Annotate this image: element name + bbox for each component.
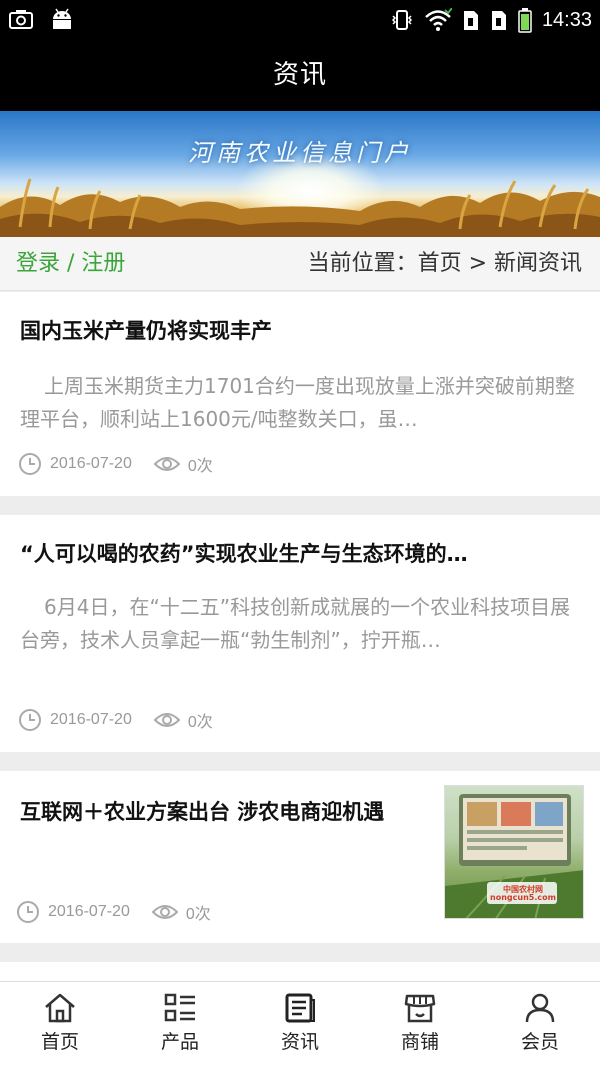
article-card[interactable]: 互联网＋农业方案出台 涉农电商迎机遇 中国农村网 nongcun5.com 20… <box>0 771 600 943</box>
eye-icon <box>153 710 180 730</box>
article-title[interactable]: 互联网＋农业方案出台 涉农电商迎机遇 <box>20 797 420 859</box>
clock-icon <box>18 452 42 476</box>
eye-icon <box>151 902 178 922</box>
article-views: 0次 <box>185 906 211 923</box>
grid-list-icon <box>120 992 240 1024</box>
article-card-partial[interactable] <box>0 962 600 981</box>
nav-label: 会员 <box>520 1031 559 1053</box>
article-views: 0次 <box>187 458 213 475</box>
nav-item-shop[interactable]: 商铺 <box>360 982 480 1067</box>
status-bar: 14:33 <box>0 0 600 40</box>
nav-item-member[interactable]: 会员 <box>480 982 600 1067</box>
bottom-nav: 首页 产品 资讯 商铺 会员 <box>0 981 600 1067</box>
article-meta: 2016-07-20 0次 <box>16 900 211 924</box>
thumbnail-caption: 中国农村网 nongcun5.com <box>490 885 556 902</box>
article-card[interactable]: “人可以喝的农药”实现农业生产与生态环境的… 6月4日，在“十二五”科技创新成就… <box>0 515 600 752</box>
article-date: 2016-07-20 <box>50 711 132 728</box>
sim1-icon <box>462 8 480 32</box>
vibrate-icon <box>390 8 414 32</box>
article-date: 2016-07-20 <box>48 903 130 920</box>
breadcrumb: 当前位置：首页 > 新闻资讯 <box>307 251 582 276</box>
sim2-icon <box>490 8 508 32</box>
location-bar: 登录 / 注册 当前位置：首页 > 新闻资讯 <box>0 237 600 291</box>
eye-icon <box>153 454 180 474</box>
user-icon <box>480 992 600 1024</box>
article-thumbnail[interactable]: 中国农村网 nongcun5.com <box>444 785 584 919</box>
wheat-field-illustration <box>0 178 600 237</box>
article-summary: 6月4日，在“十二五”科技创新成就展的一个农业科技项目展台旁，技术人员拿起一瓶“… <box>20 595 571 652</box>
article-summary: 上周玉米期货主力1701合约一度出现放量上涨并突破前期整理平台，顺利站上1600… <box>20 374 575 431</box>
screenshot-icon <box>8 8 34 30</box>
nav-item-products[interactable]: 产品 <box>120 982 240 1067</box>
clock-icon <box>18 708 42 732</box>
banner[interactable]: 河南农业信息门户 <box>0 111 600 237</box>
banner-title: 河南农业信息门户 <box>188 139 412 167</box>
wifi-icon <box>424 8 452 32</box>
nav-label: 资讯 <box>280 1031 319 1053</box>
title-bar: 资讯 <box>0 40 600 111</box>
login-register-link[interactable]: 登录 / 注册 <box>16 249 125 279</box>
article-card[interactable]: 国内玉米产量仍将实现丰产 上周玉米期货主力1701合约一度出现放量上涨并突破前期… <box>0 292 600 496</box>
nav-label: 首页 <box>40 1031 79 1053</box>
status-time: 14:33 <box>541 9 592 31</box>
news-icon <box>240 992 360 1024</box>
nav-item-home[interactable]: 首页 <box>0 982 120 1067</box>
clock-icon <box>16 900 40 924</box>
article-views: 0次 <box>187 714 213 731</box>
shop-icon <box>360 992 480 1024</box>
nav-label: 产品 <box>160 1031 199 1053</box>
android-icon <box>50 8 74 30</box>
page-title: 资讯 <box>272 60 327 90</box>
article-title[interactable]: 国内玉米产量仍将实现丰产 <box>20 316 580 346</box>
article-meta: 2016-07-20 0次 <box>18 452 213 476</box>
article-date: 2016-07-20 <box>50 455 132 472</box>
battery-icon <box>518 7 532 33</box>
nav-item-news[interactable]: 资讯 <box>240 982 360 1067</box>
nav-label: 商铺 <box>400 1031 439 1053</box>
home-icon <box>0 992 120 1024</box>
article-title[interactable]: “人可以喝的农药”实现农业生产与生态环境的… <box>20 539 580 569</box>
article-meta: 2016-07-20 0次 <box>18 708 213 732</box>
